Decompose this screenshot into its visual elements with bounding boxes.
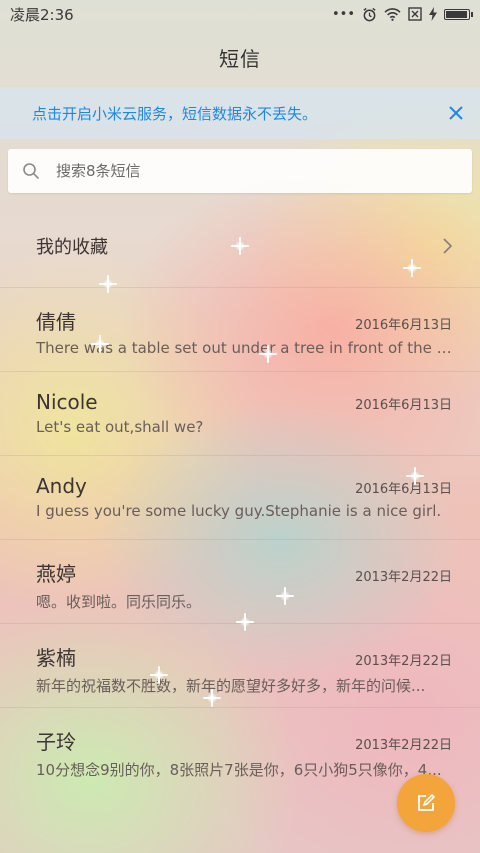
contact-name: Nicole <box>36 390 98 414</box>
message-date: 2016年6月13日 <box>355 318 452 333</box>
search-icon <box>23 163 40 180</box>
contact-name: 倩倩 <box>36 310 76 334</box>
message-preview: 10分想念9别的你，8张照片7张是你，6只小狗5只像你，4... <box>36 761 442 779</box>
alarm-icon <box>363 7 376 21</box>
contact-name: Andy <box>36 474 87 498</box>
sim-off-icon <box>408 7 422 21</box>
battery-icon <box>444 8 473 20</box>
conversation-item[interactable]: 紫楠 2013年2月22日 新年的祝福数不胜数，新年的愿望好多好多，新年的问候.… <box>0 623 480 707</box>
wifi-icon <box>384 7 401 21</box>
title-bar: 短信 <box>0 28 480 86</box>
search-input[interactable] <box>54 161 438 181</box>
cloud-service-banner[interactable]: 点击开启小米云服务，短信数据永不丢失。 <box>0 87 480 139</box>
message-date: 2016年6月13日 <box>355 482 452 497</box>
conversation-list: 倩倩 2016年6月13日 There was a table set out … <box>0 287 480 791</box>
close-icon[interactable] <box>448 101 464 125</box>
message-preview: There was a table set out under a tree i… <box>36 339 452 357</box>
message-preview: 新年的祝福数不胜数，新年的愿望好多好多，新年的问候... <box>36 677 426 695</box>
message-date: 2013年2月22日 <box>355 570 452 585</box>
conversation-item[interactable]: Nicole 2016年6月13日 Let's eat out,shall we… <box>0 371 480 455</box>
contact-name: 燕婷 <box>36 562 76 586</box>
message-preview: I guess you're some lucky guy.Stephanie … <box>36 502 442 520</box>
conversation-item[interactable]: Andy 2016年6月13日 I guess you're some luck… <box>0 455 480 539</box>
contact-name: 子玲 <box>36 730 76 754</box>
favorites-row[interactable]: 我的收藏 <box>0 205 480 287</box>
status-time: 凌晨2:36 <box>10 5 74 24</box>
conversation-item[interactable]: 子玲 2013年2月22日 10分想念9别的你，8张照片7张是你，6只小狗5只像… <box>0 707 480 791</box>
compose-icon <box>418 793 436 811</box>
more-dots-icon: ••• <box>331 6 355 22</box>
chevron-right-icon <box>443 238 453 254</box>
charging-icon <box>429 7 437 21</box>
search-box[interactable] <box>8 149 472 193</box>
compose-button[interactable] <box>397 774 455 832</box>
page-title: 短信 <box>219 46 261 71</box>
message-date: 2013年2月22日 <box>355 738 452 753</box>
banner-text[interactable]: 点击开启小米云服务，短信数据永不丢失。 <box>32 103 317 124</box>
message-date: 2013年2月22日 <box>355 654 452 669</box>
conversation-item[interactable]: 倩倩 2016年6月13日 There was a table set out … <box>0 287 480 371</box>
message-preview: Let's eat out,shall we? <box>36 418 204 436</box>
status-icons: ••• <box>331 6 473 22</box>
message-preview: 嗯。收到啦。同乐同乐。 <box>36 593 202 611</box>
contact-name: 紫楠 <box>36 646 76 670</box>
message-date: 2016年6月13日 <box>355 398 452 413</box>
battery-level <box>446 10 467 18</box>
conversation-item[interactable]: 燕婷 2013年2月22日 嗯。收到啦。同乐同乐。 <box>0 539 480 623</box>
favorites-label: 我的收藏 <box>36 237 108 258</box>
status-bar: 凌晨2:36 ••• <box>0 0 480 28</box>
